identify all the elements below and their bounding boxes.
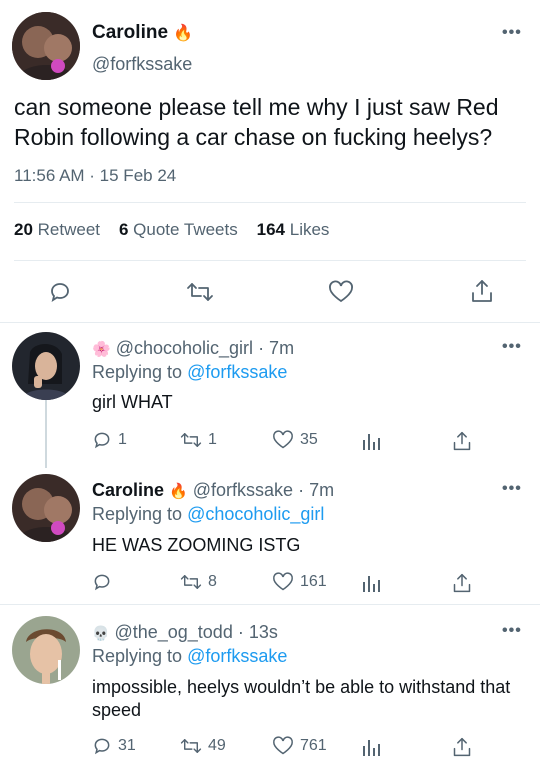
avatar[interactable] [12, 332, 80, 400]
avatar-photo [12, 474, 80, 542]
retweet-icon[interactable] [186, 280, 214, 304]
analytics-icon[interactable] [362, 738, 382, 756]
like-count: 161 [300, 573, 327, 590]
tweet-text: can someone please tell me why I just sa… [14, 94, 499, 150]
thread-line [45, 398, 47, 468]
analytics-icon[interactable] [362, 432, 382, 450]
reply-icon[interactable] [48, 280, 72, 304]
avatar[interactable] [12, 616, 80, 684]
like-count: 35 [300, 431, 318, 448]
more-options-icon[interactable]: ••• [502, 622, 522, 640]
divider [0, 322, 540, 323]
reply-icon[interactable] [92, 430, 112, 450]
likes-stat[interactable]: 164 Likes [257, 220, 330, 239]
retweet-count: 8 [208, 573, 217, 590]
replying-to-label: Replying to [92, 646, 183, 666]
retweets-stat[interactable]: 20 Retweet [14, 220, 100, 239]
avatar-photo [12, 616, 80, 684]
reply-count: 31 [118, 737, 136, 754]
more-options-icon[interactable]: ••• [502, 24, 522, 42]
reply-text: girl WHAT [92, 392, 173, 412]
replying-to-label: Replying to [92, 504, 183, 524]
more-options-icon[interactable]: ••• [502, 480, 522, 498]
replying-to-label: Replying to [92, 362, 183, 382]
fire-emoji: 🔥 [169, 483, 188, 500]
divider [14, 202, 526, 203]
reply-text: impossible, heelys wouldn’t be able to w… [92, 677, 511, 720]
replying-to-link[interactable]: @chocoholic_girl [187, 504, 324, 524]
display-name[interactable]: Caroline [92, 22, 168, 43]
avatar-photo [12, 332, 80, 400]
analytics-icon[interactable] [362, 574, 382, 592]
share-icon[interactable] [452, 430, 472, 452]
share-icon[interactable] [470, 278, 494, 304]
handle[interactable]: @chocoholic_girl [116, 338, 253, 358]
like-icon[interactable] [272, 430, 294, 450]
fire-emoji: 🔥 [173, 25, 194, 42]
reply-text: HE WAS ZOOMING ISTG [92, 535, 301, 555]
avatar-photo [12, 12, 80, 80]
like-count: 761 [300, 737, 327, 754]
divider [14, 260, 526, 261]
timestamp[interactable]: 11:56 AM · 15 Feb 24 [14, 166, 176, 186]
relative-time: · 7m [258, 338, 295, 358]
retweet-icon[interactable] [180, 736, 202, 756]
more-options-icon[interactable]: ••• [502, 338, 522, 356]
replying-to-link[interactable]: @forfkssake [187, 646, 287, 666]
reply-count: 1 [118, 431, 127, 448]
reply-icon[interactable] [92, 736, 112, 756]
share-icon[interactable] [452, 736, 472, 758]
retweet-count: 1 [208, 431, 217, 448]
relative-time: · 7m [298, 480, 335, 500]
share-icon[interactable] [452, 572, 472, 594]
retweet-icon[interactable] [180, 572, 202, 592]
divider [0, 604, 540, 605]
handle[interactable]: @forfkssake [92, 54, 192, 75]
reply-icon[interactable] [92, 572, 112, 592]
handle[interactable]: @the_og_todd [114, 622, 232, 642]
handle[interactable]: @forfkssake [193, 480, 293, 500]
avatar[interactable] [12, 12, 80, 80]
like-icon[interactable] [272, 572, 294, 592]
retweet-count: 49 [208, 737, 226, 754]
replying-to-link[interactable]: @forfkssake [187, 362, 287, 382]
flower-emoji: 🌸 [92, 341, 111, 358]
tweet-stats: 20 Retweet 6 Quote Tweets 164 Likes [14, 220, 329, 240]
quotes-stat[interactable]: 6 Quote Tweets [119, 220, 238, 239]
like-icon[interactable] [328, 280, 354, 304]
display-name[interactable]: Caroline [92, 480, 164, 500]
like-icon[interactable] [272, 736, 294, 756]
skull-emoji: 💀 [92, 625, 110, 641]
relative-time: · 13s [237, 622, 278, 642]
avatar[interactable] [12, 474, 80, 542]
retweet-icon[interactable] [180, 430, 202, 450]
